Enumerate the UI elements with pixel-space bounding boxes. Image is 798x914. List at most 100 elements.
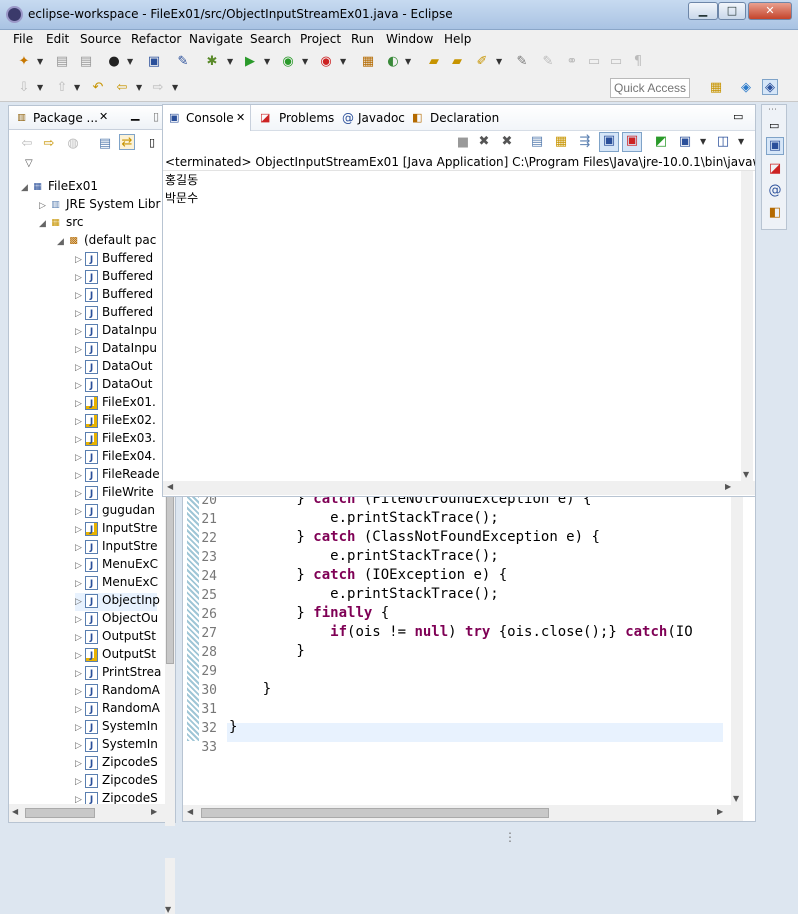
tree-item-file[interactable]: ▷ Jgugudan <box>75 503 155 521</box>
tree-item-file[interactable]: ▷ J FileEx04. <box>75 449 156 467</box>
console-icon[interactable]: ▣ <box>146 54 162 70</box>
tree-item-file[interactable]: ▷ J OutputSt <box>75 629 156 647</box>
console-icon[interactable]: ▣ <box>766 137 784 155</box>
code-line[interactable]: } catch (ClassNotFoundException e) { <box>229 529 599 545</box>
expand-arrow-icon[interactable]: ▷ <box>75 543 85 553</box>
tree-item-file[interactable]: ▷ J SystemIn <box>75 737 158 755</box>
menu-navigate[interactable]: Navigate <box>189 32 243 46</box>
collapse-all-icon[interactable]: ▤ <box>97 136 113 152</box>
chevron-down-icon[interactable]: ▼ <box>172 83 178 92</box>
tree-item-file[interactable]: ▷ J InputStre <box>75 539 157 557</box>
remove-launch-icon[interactable]: ✖ <box>476 134 492 150</box>
annotation-icon[interactable]: ✎ <box>514 54 530 70</box>
tab-console[interactable]: ▣ Console ✕ <box>163 105 251 131</box>
back-icon[interactable]: ⇦ <box>19 136 35 152</box>
tree-item-file[interactable]: ▷ J DataInpu <box>75 323 157 341</box>
remove-all-launches-icon[interactable]: ✖ <box>499 134 515 150</box>
last-edit-icon[interactable]: ↶ <box>90 80 106 96</box>
tree-item-file[interactable]: ▷ J FileReade <box>75 467 160 485</box>
tree-item-project[interactable]: ◢ ▦ FileEx01 <box>21 179 98 197</box>
tree-item-file[interactable]: ▷ J FileEx02. <box>75 413 156 431</box>
tree-item-file[interactable]: ▷ J MenuExC <box>75 575 158 593</box>
chevron-down-icon[interactable]: ▼ <box>74 83 80 92</box>
menu-project[interactable]: Project <box>300 32 341 46</box>
save-all-icon[interactable]: ▤ <box>78 54 94 70</box>
quick-access-input[interactable] <box>610 78 690 98</box>
code-line[interactable]: } <box>229 681 271 697</box>
code-line[interactable]: if(ois != null) try {ois.close();} catch… <box>229 624 692 640</box>
view-menu-chevron-icon[interactable]: ▽ <box>25 158 33 169</box>
tab-javadoc[interactable]: Javadoc <box>358 111 405 125</box>
new-class-icon[interactable]: ◐ <box>385 54 401 70</box>
chevron-down-icon[interactable]: ▼ <box>302 57 308 66</box>
chevron-down-icon[interactable]: ▼ <box>496 57 502 66</box>
new-package-icon[interactable]: ▦ <box>360 54 376 70</box>
expand-arrow-icon[interactable]: ▷ <box>75 759 85 769</box>
expand-arrow-icon[interactable]: ▷ <box>75 345 85 355</box>
show-whitespace-icon[interactable]: ¶ <box>630 54 646 70</box>
next-annotation-icon[interactable]: ⇩ <box>16 80 32 96</box>
chevron-down-icon[interactable]: ▼ <box>37 57 43 66</box>
console-output[interactable]: 홍길동 박문수 <box>165 171 741 481</box>
external-tools-icon[interactable]: ◉ <box>318 54 334 70</box>
expand-arrow-icon[interactable]: ▷ <box>75 651 85 661</box>
maximize-button[interactable]: □ <box>718 2 746 20</box>
tree-item-file[interactable]: ▷ J DataOut <box>75 359 152 377</box>
menu-search[interactable]: Search <box>250 32 291 46</box>
expand-arrow-icon[interactable]: ▷ <box>75 669 85 679</box>
pin-console-icon[interactable]: ◩ <box>653 134 669 150</box>
terminate-icon[interactable]: ■ <box>455 135 471 151</box>
expand-arrow-icon[interactable]: ▷ <box>75 399 85 409</box>
tab-declaration[interactable]: Declaration <box>430 111 499 125</box>
scroll-left-icon[interactable]: ◀ <box>12 807 18 816</box>
expand-arrow-icon[interactable]: ▷ <box>75 507 85 517</box>
scroll-left-icon[interactable]: ◀ <box>167 482 173 491</box>
coverage-icon[interactable]: ◉ <box>280 54 296 70</box>
menu-help[interactable]: Help <box>444 32 471 46</box>
scroll-right-icon[interactable]: ▶ <box>151 807 157 816</box>
tree-item-file[interactable]: ▷ J PrintStrea <box>75 665 161 683</box>
chevron-down-icon[interactable]: ▼ <box>264 57 270 66</box>
tree-item-file[interactable]: ▷ J FileWrite <box>75 485 154 503</box>
expand-arrow-icon[interactable]: ▷ <box>75 489 85 499</box>
pin-icon[interactable]: ✎ <box>175 54 191 70</box>
open-folder-icon[interactable]: ▰ <box>449 54 465 70</box>
tree-item-file[interactable]: ▷ J InputStre <box>75 521 157 539</box>
editor-horizontal-scrollbar[interactable]: ◀ ▶ <box>183 805 743 821</box>
overflow-icon[interactable]: ▯ <box>153 110 159 123</box>
expand-arrow-icon[interactable]: ◢ <box>39 219 49 229</box>
block-selection-icon[interactable]: ▭ <box>608 54 624 70</box>
expand-arrow-icon[interactable]: ▷ <box>75 255 85 265</box>
chevron-down-icon[interactable]: ▼ <box>700 137 706 146</box>
console-horizontal-scrollbar[interactable]: ◀ ▶ <box>163 481 755 495</box>
expand-arrow-icon[interactable]: ▷ <box>75 615 85 625</box>
restore-icon[interactable]: ▭ <box>769 119 779 132</box>
scroll-lock-icon[interactable]: ▦ <box>553 134 569 150</box>
code-line[interactable]: e.printStackTrace(); <box>229 548 499 564</box>
expand-arrow-icon[interactable]: ▷ <box>75 723 85 733</box>
tree-item-file[interactable]: ▷ J RandomA <box>75 701 160 719</box>
code-line[interactable]: e.printStackTrace(); <box>229 510 499 526</box>
menu-source[interactable]: Source <box>80 32 121 46</box>
java-editor[interactable]: } catch (FileNotFoundException e) { e.pr… <box>182 491 756 822</box>
debug-icon[interactable]: ✱ <box>204 54 220 70</box>
tree-item-file[interactable]: ▷ J OutputSt <box>75 647 156 665</box>
chevron-down-icon[interactable]: ▼ <box>340 57 346 66</box>
chevron-down-icon[interactable]: ▼ <box>738 137 744 146</box>
code-line[interactable]: } finally { <box>229 605 389 621</box>
minimize-button[interactable]: ▁ <box>688 2 718 20</box>
expand-arrow-icon[interactable]: ▷ <box>75 309 85 319</box>
scroll-right-icon[interactable]: ▶ <box>725 482 731 491</box>
code-line[interactable]: } <box>229 719 237 735</box>
scroll-right-icon[interactable]: ▶ <box>717 807 723 816</box>
link-with-editor-icon[interactable]: ⇄ <box>119 134 135 150</box>
user-icon[interactable]: ● <box>106 54 122 70</box>
editor-vertical-scrollbar[interactable]: ▼ <box>731 497 743 805</box>
open-type-icon[interactable]: ▰ <box>426 54 442 70</box>
tree-item-file[interactable]: ▷ J DataInpu <box>75 341 157 359</box>
java-perspective-icon[interactable]: ◈ <box>762 79 778 95</box>
expand-arrow-icon[interactable]: ▷ <box>75 381 85 391</box>
expand-arrow-icon[interactable]: ▷ <box>75 525 85 535</box>
display-console-icon[interactable]: ▣ <box>677 134 693 150</box>
tree-item-file[interactable]: ▷ J Buffered <box>75 305 153 323</box>
